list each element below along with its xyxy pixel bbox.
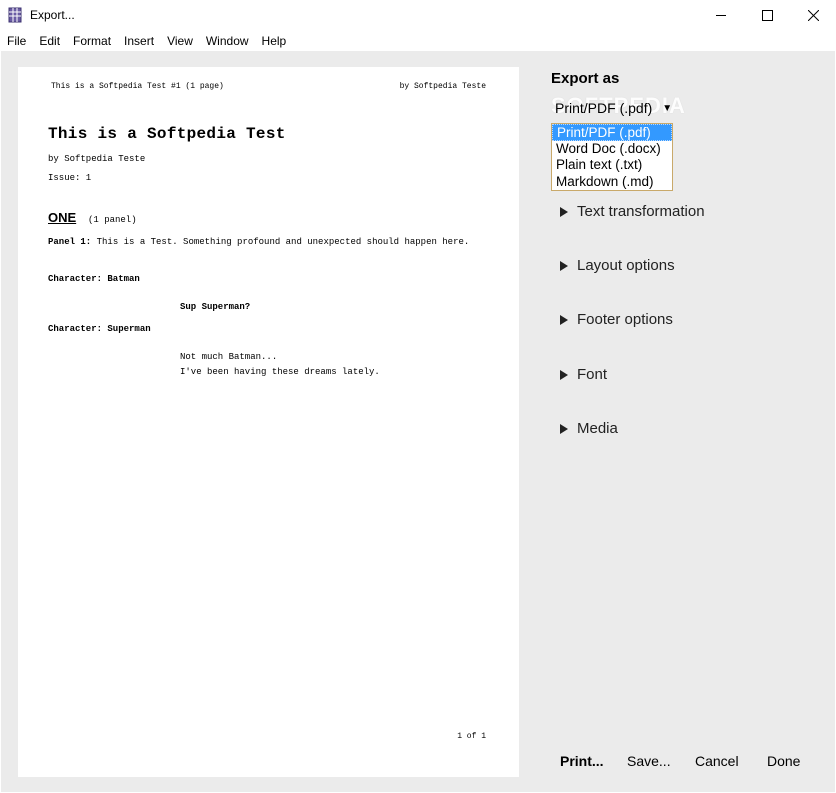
preview-character-1: Character: Batman [48,274,140,284]
triangle-right-icon [560,369,568,380]
app-icon [8,7,22,23]
preview-header-right: by Softpedia Teste [399,82,486,91]
preview-dialog-2-line-1: Not much Batman... [180,352,278,362]
menu-bar: File Edit Format Insert View Window Help [0,31,836,51]
preview-section-note: (1 panel) [88,215,137,225]
section-text-transformation[interactable]: Text transformation [560,203,705,220]
preview-page-number: 1 of 1 [457,732,486,741]
maximize-button[interactable] [744,0,790,31]
menu-file[interactable]: File [0,31,32,51]
format-option-txt[interactable]: Plain text (.txt) [552,157,672,174]
format-option-md[interactable]: Markdown (.md) [552,174,672,191]
section-label: Font [577,366,608,383]
format-option-docx[interactable]: Word Doc (.docx) [552,141,672,158]
preview-dialog-1: Sup Superman? [180,302,251,312]
triangle-right-icon [560,260,568,271]
export-format-select[interactable]: Print/PDF (.pdf) ▼ [555,100,672,116]
section-media[interactable]: Media [560,420,618,437]
save-button[interactable]: Save... [627,753,671,769]
preview-dialog-2-line-2: I've been having these dreams lately. [180,367,380,377]
section-label: Layout options [577,257,675,274]
close-icon [807,10,819,21]
menu-format[interactable]: Format [66,31,117,51]
export-as-label: Export as [551,70,620,87]
print-button[interactable]: Print... [560,753,604,769]
preview-header-left: This is a Softpedia Test #1 (1 page) [51,82,224,91]
preview-dialog-2: Not much Batman... I've been having thes… [180,350,380,380]
triangle-right-icon [560,206,568,217]
preview-panel-text: This is a Test. Something profound and u… [96,237,470,247]
triangle-right-icon [560,423,568,434]
triangle-right-icon [560,314,568,325]
section-footer-options[interactable]: Footer options [560,311,673,328]
menu-window[interactable]: Window [199,31,255,51]
menu-edit[interactable]: Edit [32,31,66,51]
window-title: Export... [30,8,75,22]
preview-issue: Issue: 1 [48,173,92,183]
triangle-down-icon: ▼ [662,102,673,114]
page-preview: This is a Softpedia Test #1 (1 page) by … [18,67,519,777]
section-font[interactable]: Font [560,366,607,383]
section-label: Media [577,420,618,437]
format-option-pdf[interactable]: Print/PDF (.pdf) [552,124,672,141]
menu-insert[interactable]: Insert [117,31,160,51]
minimize-icon [715,15,726,16]
section-label: Text transformation [577,203,705,220]
section-label: Footer options [577,311,673,328]
preview-title: This is a Softpedia Test [48,125,286,143]
section-layout-options[interactable]: Layout options [560,257,675,274]
export-format-value: Print/PDF (.pdf) [555,100,653,116]
minimize-button[interactable] [698,0,744,31]
preview-byline: by Softpedia Teste [48,154,146,164]
preview-panel: Panel 1: This is a Test. Something profo… [48,237,493,248]
export-dialog-body: This is a Softpedia Test #1 (1 page) by … [1,51,835,792]
menu-help[interactable]: Help [255,31,293,51]
close-button[interactable] [790,0,836,31]
done-button[interactable]: Done [767,753,800,769]
title-bar: Export... [0,0,836,31]
export-format-dropdown: Print/PDF (.pdf) Word Doc (.docx) Plain … [551,123,673,191]
menu-view[interactable]: View [160,31,199,51]
cancel-button[interactable]: Cancel [695,753,739,769]
preview-section-title: ONE [48,210,77,225]
preview-character-2: Character: Superman [48,324,151,334]
preview-panel-label: Panel 1: [48,237,92,247]
maximize-icon [761,10,773,21]
